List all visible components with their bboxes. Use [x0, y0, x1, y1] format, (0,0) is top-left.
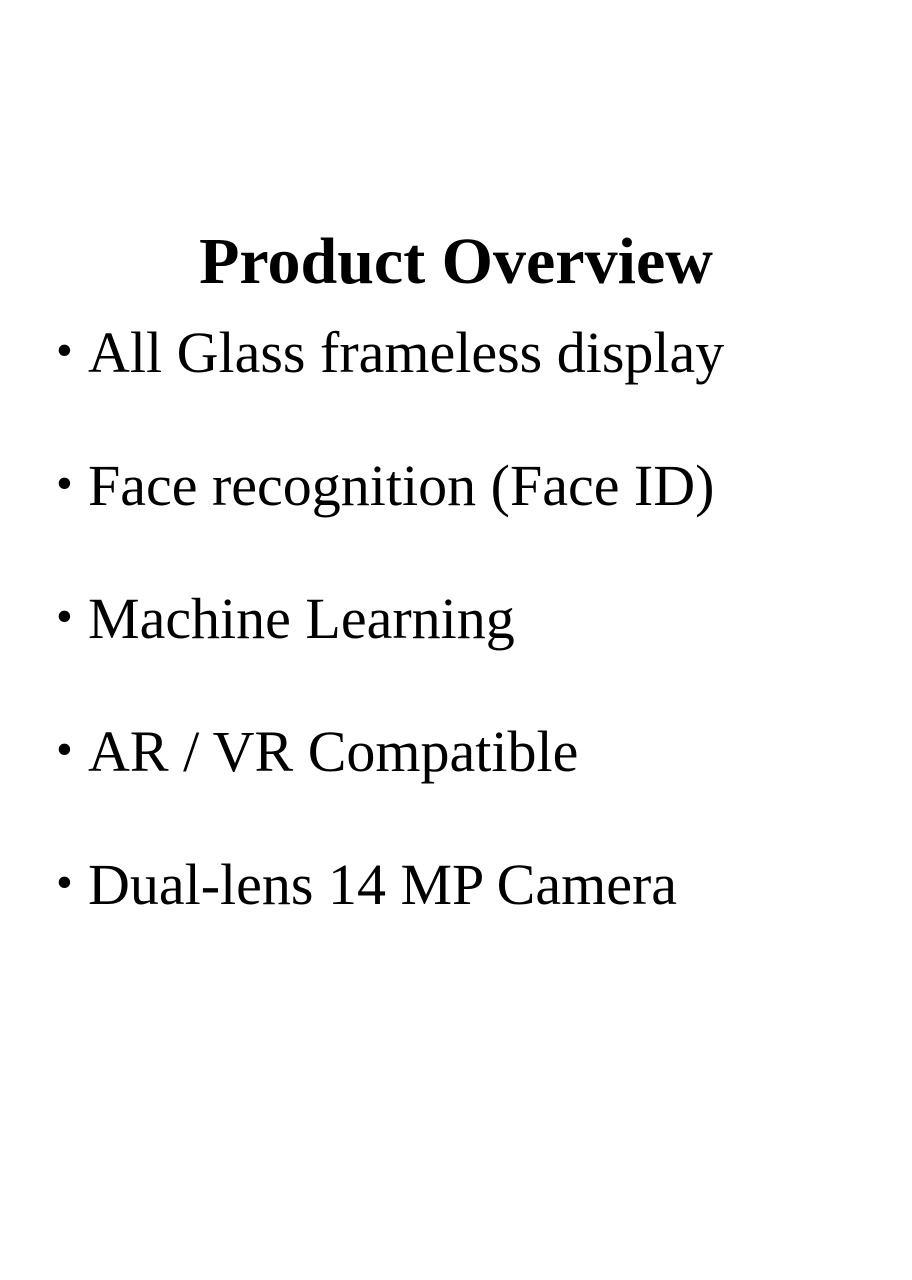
feature-label: Dual-lens 14 MP Camera	[88, 852, 678, 917]
feature-label: Face recognition (Face ID)	[88, 453, 715, 518]
bullet-icon: •	[56, 723, 73, 776]
list-item: • All Glass frameless display	[56, 318, 896, 451]
slide-page: Product Overview • All Glass frameless d…	[0, 0, 912, 1280]
list-item: • AR / VR Compatible	[56, 717, 896, 850]
bullet-icon: •	[56, 324, 73, 377]
feature-list: • All Glass frameless display • Face rec…	[56, 318, 896, 983]
page-title: Product Overview	[199, 225, 713, 299]
bullet-icon: •	[56, 457, 73, 510]
list-item: • Face recognition (Face ID)	[56, 451, 896, 584]
feature-label: Machine Learning	[88, 586, 515, 651]
feature-label: AR / VR Compatible	[88, 719, 579, 784]
bullet-icon: •	[56, 590, 73, 643]
bullet-icon: •	[56, 856, 73, 909]
list-item: • Dual-lens 14 MP Camera	[56, 850, 896, 983]
list-item: • Machine Learning	[56, 584, 896, 717]
feature-label: All Glass frameless display	[88, 320, 725, 385]
